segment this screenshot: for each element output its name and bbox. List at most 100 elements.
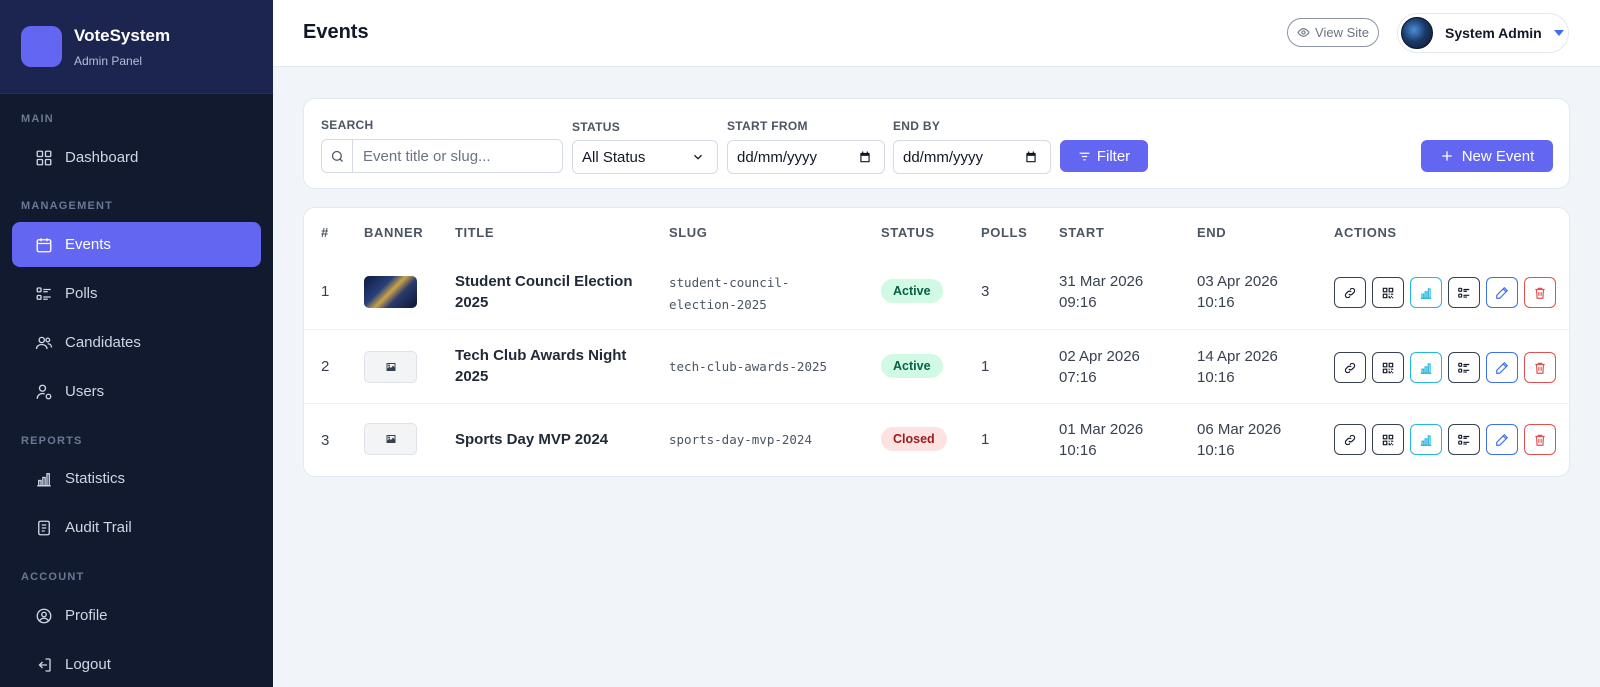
column-header-start: START (1059, 225, 1105, 240)
sidebar-item-candidates[interactable]: Candidates (12, 320, 261, 365)
search-input[interactable] (353, 140, 562, 172)
table-row: 1 Student Council Election 2025 student-… (304, 255, 1569, 329)
copy-link-button[interactable] (1334, 277, 1366, 308)
event-start: 31 Mar 2026 09:16 (1059, 273, 1144, 311)
delete-button[interactable] (1524, 277, 1556, 308)
statistics-button[interactable] (1410, 277, 1442, 308)
event-slug: sports-day-mvp-2024 (669, 432, 812, 447)
polls-button[interactable] (1448, 277, 1480, 308)
edit-button[interactable] (1486, 277, 1518, 308)
sidebar-item-label: Profile (65, 607, 108, 624)
start-from-value: dd/mm/yyyy (737, 148, 818, 166)
sidebar-item-label: Logout (65, 656, 111, 673)
table-row: 2 Tech Club Awards Night 2025 tech-club-… (304, 329, 1569, 403)
sidebar-item-label: Statistics (65, 470, 126, 487)
event-start: 01 Mar 2026 10:16 (1059, 421, 1144, 459)
filter-button[interactable]: Filter (1060, 140, 1148, 172)
statistics-button[interactable] (1410, 352, 1442, 383)
poll-count: 1 (981, 358, 990, 375)
column-header-actions: ACTIONS (1334, 225, 1397, 240)
sidebar-item-label: Candidates (65, 334, 141, 351)
edit-button[interactable] (1486, 424, 1518, 455)
qr-code-button[interactable] (1372, 352, 1404, 383)
statistics-button[interactable] (1410, 424, 1442, 455)
sidebar-item-label: Polls (65, 285, 98, 302)
plus-icon (1442, 151, 1452, 161)
sidebar-item-events[interactable]: Events (12, 222, 261, 267)
eye-icon (1297, 28, 1310, 37)
event-title: Student Council Election 2025 (455, 273, 633, 311)
event-banner-image (364, 276, 417, 308)
event-start: 02 Apr 2026 07:16 (1059, 348, 1140, 386)
filter-icon (1079, 152, 1090, 160)
copy-link-button[interactable] (1334, 424, 1366, 455)
edit-button[interactable] (1486, 352, 1518, 383)
start-from-input[interactable]: dd/mm/yyyy (727, 140, 885, 174)
pencil-icon (1496, 361, 1509, 374)
status-select[interactable]: All Status (572, 140, 718, 174)
qr-code-button[interactable] (1372, 424, 1404, 455)
copy-link-button[interactable] (1334, 352, 1366, 383)
polls-button[interactable] (1448, 424, 1480, 455)
avatar (1401, 17, 1433, 49)
qr-code-icon (1382, 287, 1394, 298)
bar-chart-icon (1420, 362, 1432, 374)
view-site-label: View Site (1315, 25, 1369, 40)
user-name: System Admin (1445, 25, 1542, 41)
delete-button[interactable] (1524, 424, 1556, 455)
sidebar-item-audit-trail[interactable]: Audit Trail (12, 505, 261, 550)
poll-count: 3 (981, 283, 990, 300)
sidebar-item-users[interactable]: Users (12, 369, 261, 414)
pencil-icon (1496, 433, 1509, 446)
row-actions (1334, 424, 1556, 455)
end-by-input[interactable]: dd/mm/yyyy (893, 140, 1051, 174)
start-from-label: START FROM (727, 119, 808, 133)
sidebar-item-dashboard[interactable]: Dashboard (12, 135, 261, 180)
chevron-down-icon (694, 154, 702, 160)
sidebar-item-profile[interactable]: Profile (12, 593, 261, 638)
trash-icon (1535, 287, 1545, 299)
column-header-slug: SLUG (669, 225, 708, 240)
sidebar-item-label: Dashboard (65, 149, 139, 166)
row-actions (1334, 277, 1556, 308)
column-header-polls: POLLS (981, 225, 1028, 240)
new-event-button-label: New Event (1461, 147, 1535, 165)
search-icon (322, 140, 353, 172)
search-field (321, 139, 563, 173)
document-icon (38, 520, 50, 535)
new-event-button[interactable]: New Event (1421, 140, 1553, 172)
caret-down-icon (1553, 30, 1564, 36)
sidebar-item-polls[interactable]: Polls (12, 271, 261, 316)
brand-name: VoteSystem (74, 25, 171, 45)
topbar: Events View Site System Admin (273, 0, 1600, 67)
status-badge: Active (881, 354, 943, 378)
column-header-banner: BANNER (364, 225, 424, 240)
row-number: 3 (321, 432, 330, 449)
sidebar-item-statistics[interactable]: Statistics (12, 456, 261, 501)
delete-button[interactable] (1524, 352, 1556, 383)
user-menu[interactable]: System Admin (1397, 13, 1569, 53)
brand-subtitle: Admin Panel (74, 53, 143, 68)
column-header-title: TITLE (455, 225, 495, 240)
link-icon (1344, 434, 1356, 445)
event-end: 06 Mar 2026 10:16 (1197, 421, 1282, 459)
row-actions (1334, 352, 1556, 383)
qr-code-button[interactable] (1372, 277, 1404, 308)
image-icon (386, 363, 395, 371)
link-icon (1344, 287, 1356, 298)
sidebar-item-logout[interactable]: Logout (12, 642, 261, 687)
polls-button[interactable] (1448, 352, 1480, 383)
events-table: # BANNER TITLE SLUG STATUS POLLS START E… (303, 207, 1570, 477)
calendar-icon (860, 151, 870, 163)
row-number: 1 (321, 283, 330, 300)
list-icon (1458, 287, 1470, 298)
section-title-management: MANAGEMENT (21, 200, 114, 212)
status-badge: Active (881, 279, 943, 303)
status-select-value: All Status (582, 148, 646, 166)
brand-logo (21, 26, 62, 67)
bar-chart-icon (37, 472, 51, 486)
list-icon (36, 286, 51, 300)
brand: VoteSystem Admin Panel (0, 0, 273, 94)
list-icon (1458, 434, 1470, 445)
view-site-button[interactable]: View Site (1287, 18, 1379, 47)
